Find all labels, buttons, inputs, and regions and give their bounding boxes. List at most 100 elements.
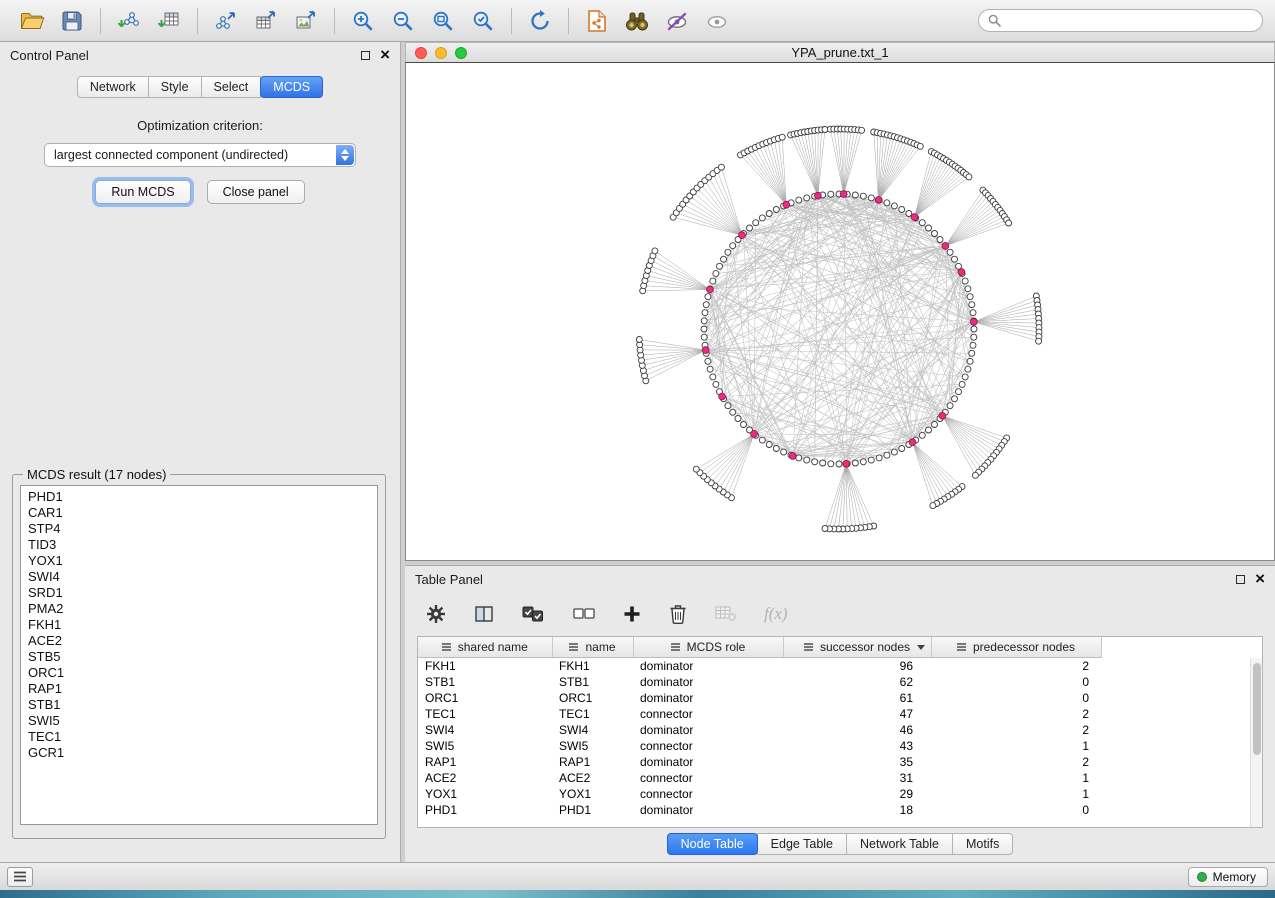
zoom-fit-button[interactable] [425,5,461,37]
table-row[interactable]: SWI5SWI5connector431 [418,738,1262,754]
table-row[interactable]: YOX1YOX1connector291 [418,786,1262,802]
tab-select[interactable]: Select [201,76,262,98]
result-node-gcr1[interactable]: GCR1 [28,745,370,761]
import-table-icon [157,9,181,33]
scrollbar-thumb[interactable] [1253,663,1261,755]
delete-table-icon [715,605,737,623]
table-row[interactable]: ORC1ORC1dominator610 [418,690,1262,706]
result-node-stb1[interactable]: STB1 [28,697,370,713]
result-node-tid3[interactable]: TID3 [28,537,370,553]
toolbar-separator [197,8,198,34]
column-menu-icon [671,643,680,645]
result-node-ace2[interactable]: ACE2 [28,633,370,649]
search-network-button[interactable] [619,5,655,37]
column-header-name[interactable]: name [552,637,633,658]
export-table-button[interactable] [248,5,284,37]
table-tab-edge-table[interactable]: Edge Table [757,833,847,855]
memory-button[interactable]: Memory [1188,867,1268,887]
control-panel: Control Panel × NetworkStyleSelectMCDS O… [0,42,401,862]
result-node-srd1[interactable]: SRD1 [28,585,370,601]
table-row[interactable]: SWI4SWI4dominator462 [418,722,1262,738]
table-settings-button[interactable] [425,603,447,625]
column-header-shared-name[interactable]: shared name [418,637,552,658]
tab-network[interactable]: Network [77,76,149,98]
result-node-orc1[interactable]: ORC1 [28,665,370,681]
import-network-button[interactable] [111,5,147,37]
result-node-swi4[interactable]: SWI4 [28,569,370,585]
result-node-stp4[interactable]: STP4 [28,521,370,537]
close-panel-icon[interactable]: × [380,50,390,60]
table-panel-tabs: Node TableEdge TableNetwork TableMotifs [405,833,1275,855]
table-tab-node-table[interactable]: Node Table [667,833,758,855]
close-panel-button[interactable]: Close panel [207,180,305,204]
zoom-selected-button[interactable] [465,5,501,37]
export-image-button[interactable] [288,5,324,37]
float-panel-icon[interactable] [1236,575,1245,584]
main-area: Control Panel × NetworkStyleSelectMCDS O… [0,42,1275,862]
create-column-button[interactable] [623,605,641,623]
zoom-out-button[interactable] [385,5,421,37]
combo-stepper-icon [336,145,354,165]
trash-icon [668,603,688,625]
network-canvas[interactable] [405,62,1275,561]
table-tab-network-table[interactable]: Network Table [846,833,953,855]
deselect-all-button[interactable] [572,604,596,624]
show-column-button[interactable] [474,604,494,624]
run-mcds-button[interactable]: Run MCDS [95,180,190,204]
search-input[interactable] [1007,14,1253,28]
column-header-successor-nodes[interactable]: successor nodes [783,637,931,658]
maximize-window-icon[interactable] [455,47,467,59]
folder-icon [20,10,45,31]
float-panel-icon[interactable] [361,51,370,60]
mcds-result-title: MCDS result (17 nodes) [23,467,170,482]
memory-status-icon [1197,872,1207,882]
close-panel-icon[interactable]: × [1255,574,1265,584]
toolbar-separator [334,8,335,34]
function-builder-button[interactable]: f(x) [764,604,788,624]
eye-icon [705,10,729,32]
export-network-button[interactable] [208,5,244,37]
delete-table-button[interactable] [715,605,737,623]
result-node-phd1[interactable]: PHD1 [28,489,370,505]
save-session-button[interactable] [54,5,90,37]
eye-slash-icon [665,10,689,32]
zoom-in-button[interactable] [345,5,381,37]
table-row[interactable]: PHD1PHD1dominator180 [418,802,1262,818]
status-menu-button[interactable] [7,867,33,887]
show-graphics-details-button[interactable] [699,5,735,37]
refresh-view-button[interactable] [522,5,558,37]
open-in-ndex-button[interactable] [579,5,615,37]
network-graph[interactable] [406,63,1274,560]
table-row[interactable]: STB1STB1dominator620 [418,674,1262,690]
column-header-predecessor-nodes[interactable]: predecessor nodes [931,637,1101,658]
table-scrollbar[interactable] [1250,658,1262,827]
tab-mcds[interactable]: MCDS [260,76,323,98]
result-node-swi5[interactable]: SWI5 [28,713,370,729]
result-node-rap1[interactable]: RAP1 [28,681,370,697]
result-node-stb5[interactable]: STB5 [28,649,370,665]
import-table-button[interactable] [151,5,187,37]
result-node-pma2[interactable]: PMA2 [28,601,370,617]
table-tab-motifs[interactable]: Motifs [952,833,1013,855]
open-session-button[interactable] [14,5,50,37]
toolbar-separator [100,8,101,34]
result-node-fkh1[interactable]: FKH1 [28,617,370,633]
table-row[interactable]: ACE2ACE2connector311 [418,770,1262,786]
table-row[interactable]: RAP1RAP1dominator352 [418,754,1262,770]
search-box[interactable] [978,9,1263,32]
export-image-icon [294,9,318,33]
hide-graphics-details-button[interactable] [659,5,695,37]
tab-style[interactable]: Style [148,76,202,98]
close-window-icon[interactable] [415,47,427,59]
criterion-select[interactable]: largest connected component (undirected) [44,143,356,167]
result-node-tec1[interactable]: TEC1 [28,729,370,745]
result-node-car1[interactable]: CAR1 [28,505,370,521]
table-row[interactable]: FKH1FKH1dominator962 [418,658,1262,674]
delete-column-button[interactable] [668,603,688,625]
table-row[interactable]: TEC1TEC1connector472 [418,706,1262,722]
column-header-MCDS-role[interactable]: MCDS role [633,637,783,658]
result-node-yox1[interactable]: YOX1 [28,553,370,569]
minimize-window-icon[interactable] [435,47,447,59]
select-all-button[interactable] [521,604,545,624]
control-panel-header: Control Panel × [0,42,400,68]
